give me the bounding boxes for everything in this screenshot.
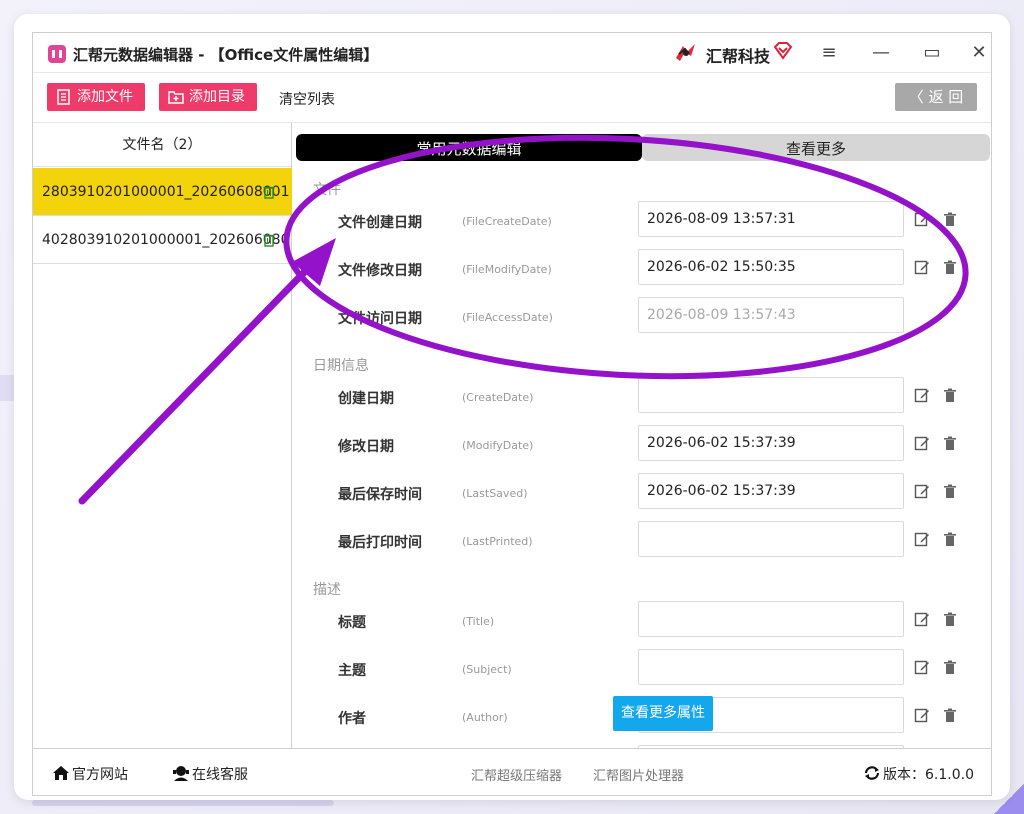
edit-icon[interactable] [914, 611, 930, 627]
delete-icon[interactable] [943, 660, 957, 675]
taskbar-indicator [32, 800, 334, 806]
tab-bar: 常用元数据编辑 查看更多 [296, 134, 990, 161]
image-tool-link[interactable]: 汇帮图片处理器 [593, 765, 684, 784]
delete-icon[interactable] [943, 708, 957, 723]
prop-label: 最后打印时间 [338, 535, 422, 551]
app-window: 汇帮元数据编辑器 - 【Office文件属性编辑】 汇帮科技 ≡ — ▭ ✕ 添… [14, 14, 1010, 800]
delete-file-icon[interactable] [263, 233, 275, 247]
modify-date-field[interactable]: 2026-06-02 15:37:39 [638, 425, 904, 461]
clear-list-button[interactable]: 清空列表 [279, 89, 335, 109]
add-directory-label: 添加目录 [189, 89, 245, 105]
menu-button[interactable]: ≡ [813, 39, 845, 67]
add-folder-icon [168, 91, 184, 104]
prop-label: 文件创建日期 [338, 215, 422, 231]
tab-common-metadata[interactable]: 常用元数据编辑 [296, 134, 642, 161]
prop-label: 文件访问日期 [338, 311, 422, 327]
official-site-label: 官方网站 [72, 767, 128, 783]
edit-icon[interactable] [914, 707, 930, 723]
edit-icon[interactable] [914, 387, 930, 403]
file-list-item[interactable]: 2803910201000001_20260608001 [33, 168, 292, 216]
status-bar: 官方网站 在线客服 汇帮超级压缩器 汇帮图片处理器 版本：6.1.0.0 [33, 748, 991, 795]
prop-key: (Title) [462, 615, 495, 628]
prop-label: 创建日期 [338, 391, 394, 407]
toolbar: 添加文件 添加目录 清空列表 〈 返 回 [33, 73, 991, 123]
online-service-label: 在线客服 [192, 767, 248, 783]
section-file: 文件 [313, 182, 341, 198]
view-more-properties-button[interactable]: 查看更多属性 [613, 696, 713, 731]
version-label: 版本：6.1.0.0 [883, 767, 974, 783]
file-list-header: 文件名（2） [33, 123, 291, 167]
add-file-icon [57, 89, 70, 105]
close-button[interactable]: ✕ [963, 39, 995, 67]
add-directory-button[interactable]: 添加目录 [159, 83, 257, 111]
last-printed-field[interactable] [638, 521, 904, 557]
vip-icon[interactable] [773, 41, 793, 61]
prop-key: (CreateDate) [462, 391, 534, 404]
refresh-icon [864, 766, 880, 780]
prop-key: (FileAccessDate) [462, 311, 553, 324]
back-button[interactable]: 〈 返 回 [895, 83, 977, 111]
app-frame: 汇帮元数据编辑器 - 【Office文件属性编辑】 汇帮科技 ≡ — ▭ ✕ 添… [32, 32, 992, 796]
file-name: 402803910201000001_202606080 [42, 232, 290, 248]
brand-name: 汇帮科技 [706, 47, 771, 66]
official-site-link[interactable]: 官方网站 [52, 764, 128, 784]
delete-icon[interactable] [943, 484, 957, 499]
customer-service-icon [173, 766, 189, 781]
prop-key: (Author) [462, 711, 508, 724]
section-date-info: 日期信息 [313, 358, 369, 374]
edit-icon[interactable] [914, 659, 930, 675]
prop-label: 文件修改日期 [338, 263, 422, 279]
prop-key: (ModifyDate) [462, 439, 534, 452]
edit-icon[interactable] [914, 259, 930, 275]
online-service-link[interactable]: 在线客服 [172, 764, 248, 784]
prop-label: 修改日期 [338, 439, 394, 455]
prop-label: 主题 [338, 663, 366, 679]
title-field[interactable] [638, 601, 904, 637]
prop-key: (LastPrinted) [462, 535, 533, 548]
prop-label: 最后保存时间 [338, 487, 422, 503]
window-title: 汇帮元数据编辑器 - 【Office文件属性编辑】 [73, 46, 379, 64]
edit-icon[interactable] [914, 435, 930, 451]
compressor-link[interactable]: 汇帮超级压缩器 [471, 765, 562, 784]
delete-file-icon[interactable] [263, 185, 275, 199]
app-logo-icon [48, 45, 66, 63]
prop-key: (Subject) [462, 663, 512, 676]
create-date-field[interactable] [638, 377, 904, 413]
delete-icon[interactable] [943, 388, 957, 403]
last-saved-field[interactable]: 2026-06-02 15:37:39 [638, 473, 904, 509]
tab-view-more[interactable]: 查看更多 [642, 134, 990, 161]
subject-field[interactable] [638, 649, 904, 685]
minimize-button[interactable]: — [865, 39, 897, 67]
background-band [0, 375, 14, 401]
delete-icon[interactable] [943, 532, 957, 547]
add-file-button[interactable]: 添加文件 [47, 83, 145, 111]
prop-label: 作者 [338, 711, 366, 727]
file-list-pane: 文件名（2） 2803910201000001_20260608001 4028… [33, 123, 292, 748]
file-modify-date-field[interactable]: 2026-06-02 15:50:35 [638, 249, 904, 285]
delete-icon[interactable] [943, 212, 957, 227]
file-access-date-field: 2026-08-09 13:57:43 [638, 297, 904, 333]
edit-icon[interactable] [914, 483, 930, 499]
delete-icon[interactable] [943, 260, 957, 275]
delete-icon[interactable] [943, 612, 957, 627]
properties-pane: 常用元数据编辑 查看更多 文件 文件创建日期 (FileCreateDate) … [293, 123, 991, 748]
add-file-label: 添加文件 [77, 89, 133, 105]
maximize-button[interactable]: ▭ [916, 39, 948, 67]
brand-logo-icon [676, 44, 695, 61]
delete-icon[interactable] [943, 436, 957, 451]
edit-icon[interactable] [914, 211, 930, 227]
version-info[interactable]: 版本：6.1.0.0 [863, 764, 974, 784]
section-description: 描述 [313, 582, 341, 598]
edit-icon[interactable] [914, 531, 930, 547]
home-icon [53, 766, 69, 780]
prop-label: 标题 [338, 615, 366, 631]
file-list-item[interactable]: 402803910201000001_202606080 [33, 216, 292, 264]
prop-key: (LastSaved) [462, 487, 528, 500]
prop-key: (FileCreateDate) [462, 215, 552, 228]
file-name: 2803910201000001_20260608001 [42, 184, 290, 200]
prop-key: (FileModifyDate) [462, 263, 552, 276]
file-create-date-field[interactable]: 2026-08-09 13:57:31 [638, 201, 904, 237]
title-bar: 汇帮元数据编辑器 - 【Office文件属性编辑】 汇帮科技 ≡ — ▭ ✕ [33, 33, 991, 73]
